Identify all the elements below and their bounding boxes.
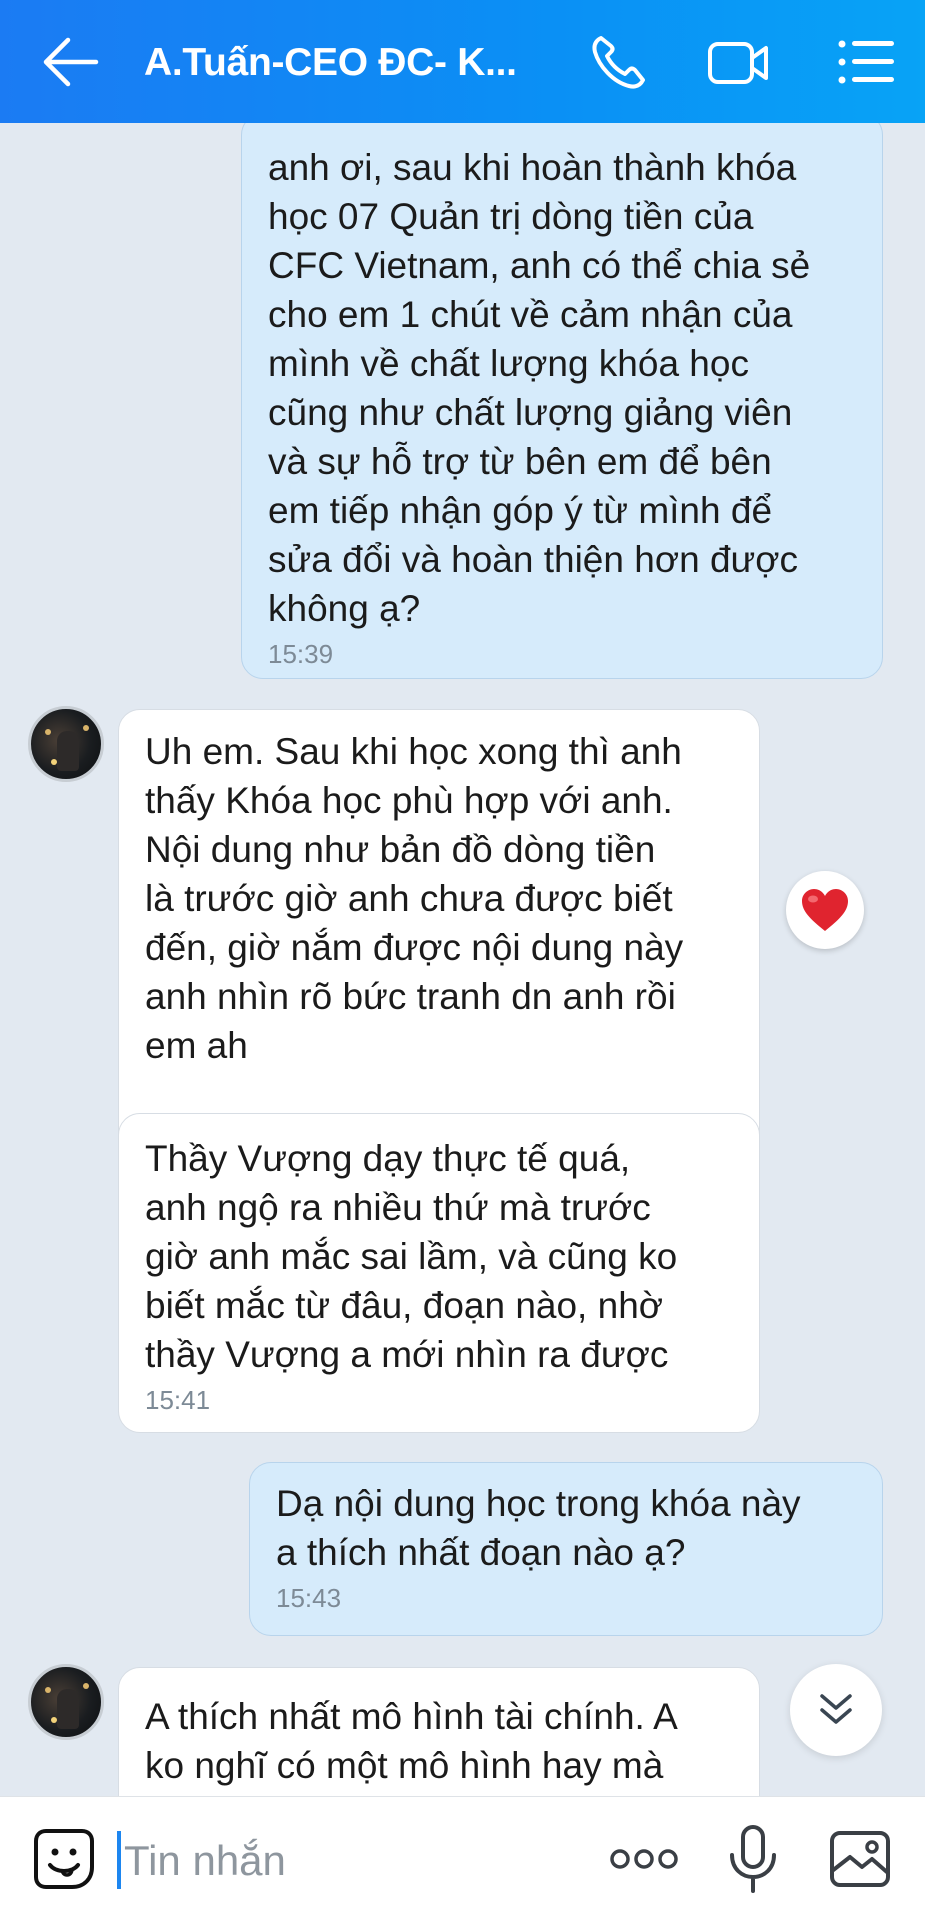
more-options-icon[interactable] — [608, 1841, 680, 1877]
microphone-icon[interactable] — [726, 1823, 780, 1895]
message-text: Thầy Vượng dạy thực tế quá, anh ngộ ra n… — [145, 1138, 678, 1375]
menu-list-icon[interactable] — [834, 30, 898, 94]
reaction-badge[interactable] — [786, 871, 864, 949]
message-input[interactable]: Tin nhắn — [124, 1833, 286, 1889]
message-text: A thích nhất mô hình tài chính. A ko ngh… — [145, 1696, 678, 1786]
message-incoming[interactable]: Thầy Vượng dạy thực tế quá, anh ngộ ra n… — [118, 1113, 760, 1433]
message-list[interactable]: anh ơi, sau khi hoàn thành khóa học 07 Q… — [0, 123, 925, 1796]
scroll-to-bottom-button[interactable] — [790, 1664, 882, 1756]
message-time: 15:43 — [276, 1583, 342, 1613]
double-chevron-down-icon — [820, 1694, 852, 1724]
sticker-icon[interactable] — [32, 1827, 96, 1891]
heart-icon — [802, 889, 848, 931]
video-call-icon[interactable] — [706, 30, 770, 94]
text-cursor — [117, 1831, 121, 1889]
message-text: anh ơi, sau khi hoàn thành khóa học 07 Q… — [268, 147, 811, 629]
avatar[interactable] — [28, 1664, 104, 1740]
chat-header: A.Tuấn-CEO ĐC- K... — [0, 0, 925, 123]
back-arrow-icon[interactable] — [40, 34, 100, 90]
phone-icon[interactable] — [587, 30, 651, 94]
conversation-title[interactable]: A.Tuấn-CEO ĐC- K... — [144, 38, 524, 88]
message-outgoing[interactable]: Dạ nội dung học trong khóa này a thích n… — [249, 1462, 883, 1636]
message-text: Dạ nội dung học trong khóa này a thích n… — [276, 1483, 801, 1573]
message-time: 15:41 — [145, 1385, 211, 1415]
message-time: 15:39 — [268, 639, 334, 669]
avatar[interactable] — [28, 706, 104, 782]
message-text: Uh em. Sau khi học xong thì anh thấy Khó… — [145, 731, 684, 1066]
message-input-bar: Tin nhắn — [0, 1796, 925, 1921]
message-outgoing[interactable]: anh ơi, sau khi hoàn thành khóa học 07 Q… — [241, 123, 883, 679]
image-icon[interactable] — [828, 1827, 892, 1891]
message-incoming[interactable]: A thích nhất mô hình tài chính. A ko ngh… — [118, 1667, 760, 1796]
